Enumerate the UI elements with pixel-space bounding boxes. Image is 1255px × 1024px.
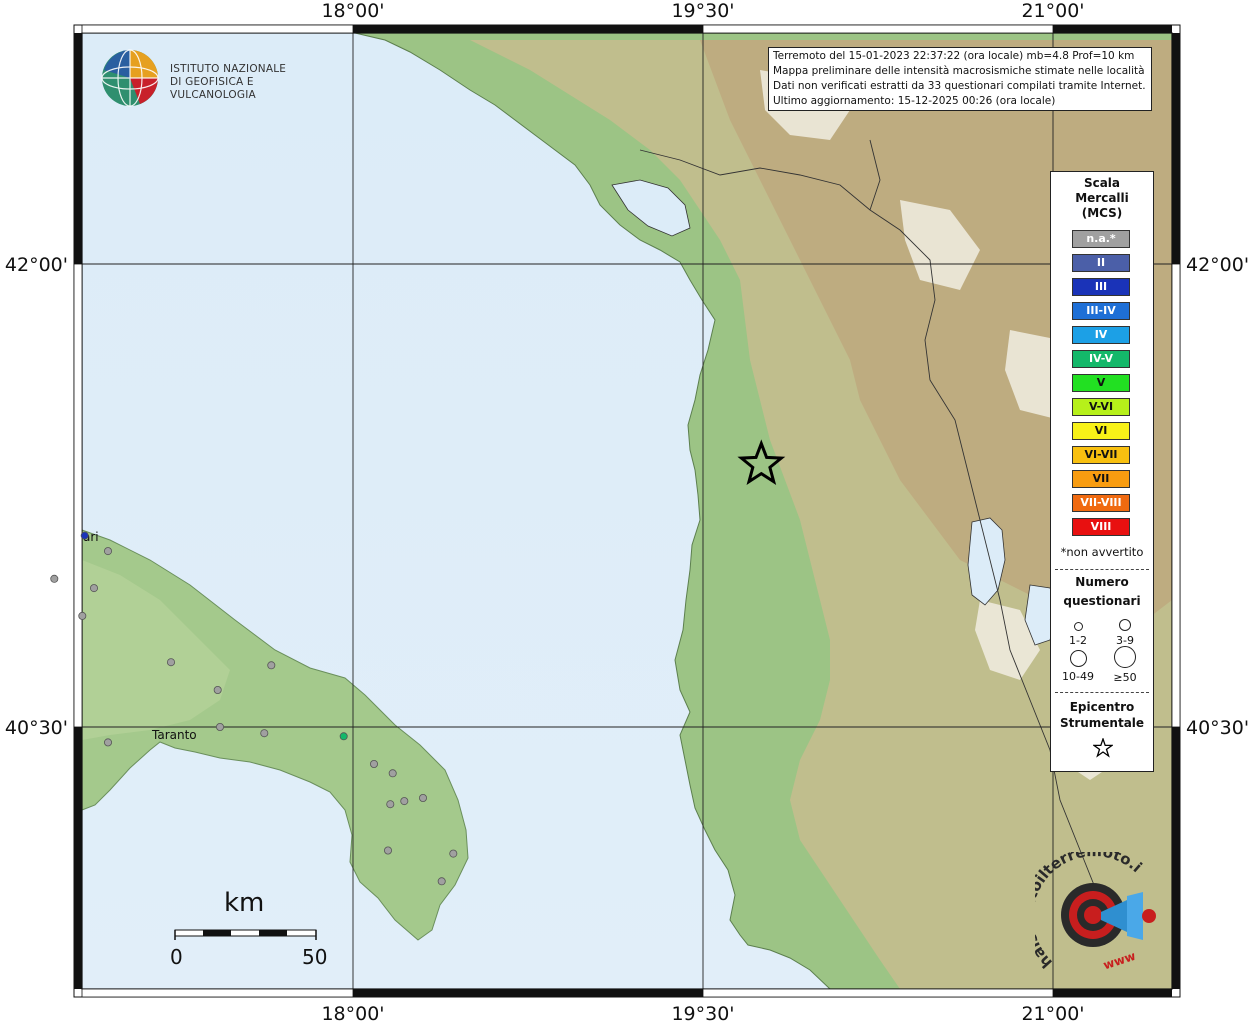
tick-right-1: 42°00' [1186,254,1249,276]
intensity-point [437,877,446,886]
star-icon [1093,738,1113,758]
legend-separator-1 [1055,569,1149,570]
intensity-point [449,849,458,858]
legend-title: Scala Mercalli (MCS) [1051,176,1153,221]
swatch-v: V [1072,374,1130,392]
intensity-point [386,800,395,809]
swatch-n-a-: n.a.* [1072,230,1130,248]
count-circle-large-icon [1069,650,1087,667]
globe-icon [101,49,159,107]
count-1-2: 1-2 [1058,619,1098,647]
swatch-viii: VIII [1072,518,1130,536]
ingv-name-line2: DI GEOFISICA E VULCANOLOGIA [170,76,256,101]
intensity-point [90,584,99,593]
info-line-2: Mappa preliminare delle intensità macros… [773,65,1145,77]
count-label-4: ≥50 [1113,671,1137,684]
tick-right-2: 40°30' [1186,717,1249,739]
scale-ruler [174,929,317,940]
intensity-point [80,531,89,540]
ingv-name-line1: ISTITUTO NAZIONALE [170,63,287,75]
count-label-1: 1-2 [1069,634,1087,647]
intensity-point [50,574,59,583]
legend-separator-2 [1055,692,1149,693]
count-title-1: Numero [1075,575,1129,589]
epicenter-title-2: Strumentale [1059,716,1145,730]
hsit-target-icon: haisentitoilterremoto.it www [1019,838,1156,973]
intensity-point [388,769,397,778]
intensity-point [369,760,378,769]
intensity-point [78,611,87,620]
count-50: ≥50 [1105,646,1145,684]
tick-top-1: 18°00' [321,0,384,22]
tick-bottom-1: 18°00' [321,1003,384,1024]
intensity-point [418,794,427,803]
intensity-point [104,547,113,556]
scale-end: 50 [302,945,328,969]
intensity-point [267,661,276,670]
count-circle-medium-icon [1119,619,1131,631]
tick-top-3: 21°00' [1021,0,1084,22]
swatch-vii-viii: VII-VIII [1072,494,1130,512]
place-taranto: Taranto [151,728,197,742]
swatch-ii: II [1072,254,1130,272]
tick-left-1: 42°00' [5,254,68,276]
legend-title-3: (MCS) [1081,206,1123,220]
intensity-swatches: n.a.* II III III-IV IV IV-V V V-VI VI VI-VII VII VI… [1072,230,1130,542]
legend-note: *non avvertito [1060,545,1144,559]
legend-title-1: Scala [1083,176,1121,190]
scale-bar: km 0 50 [160,888,340,978]
count-3-9: 3-9 [1105,617,1145,647]
count-circle-xlarge-icon [1114,646,1136,668]
legend-title-2: Mercalli [1075,191,1129,205]
intensity-point [166,658,175,667]
swatch-vii: VII [1072,470,1130,488]
intensity-point [260,729,269,738]
scale-unit: km [224,888,265,918]
count-label-3: 10-49 [1062,670,1094,683]
intensity-point [339,732,348,741]
ingv-logo: ISTITUTO NAZIONALE DI GEOFISICA E VULCAN… [100,48,320,108]
info-line-4: Ultimo aggiornamento: 15-12-2025 00:26 (… [773,95,1056,107]
swatch-vi: VI [1072,422,1130,440]
count-title: Numero questionari [1051,573,1153,611]
intensity-point [213,686,222,695]
intensity-point [383,846,392,855]
legend-panel: Scala Mercalli (MCS) n.a.* II III III-IV IV I… [1050,171,1154,772]
tick-left-2: 40°30' [5,717,68,739]
info-box: Terremoto del 15-01-2023 22:37:22 (ora l… [768,47,1152,111]
epicenter-title-1: Epicentro [1069,700,1135,714]
scale-start: 0 [170,945,183,969]
swatch-vi-vii: VI-VII [1072,446,1130,464]
tick-bottom-3: 21°00' [1021,1003,1084,1024]
count-10-49: 10-49 [1058,650,1098,683]
swatch-iv-v: IV-V [1072,350,1130,368]
hsit-logo: haisentitoilterremoto.it www [1019,838,1165,977]
ingv-name: ISTITUTO NAZIONALE DI GEOFISICA E VULCAN… [170,63,320,102]
count-circle-small-icon [1073,622,1083,631]
hsit-logo-www: www [1101,949,1137,973]
swatch-v-vi: V-VI [1072,398,1130,416]
tick-top-2: 19°30' [671,0,734,22]
epicenter-title: Epicentro Strumentale [1051,699,1153,731]
swatch-iii-iv: III-IV [1072,302,1130,320]
swatch-iii: III [1072,278,1130,296]
intensity-point [104,738,113,747]
intensity-point [215,723,224,732]
info-line-3: Dati non verificati estratti da 33 quest… [773,80,1146,92]
intensity-point [400,797,409,806]
swatch-iv: IV [1072,326,1130,344]
count-title-2: questionari [1063,594,1141,608]
tick-bottom-2: 19°30' [671,1003,734,1024]
info-line-1: Terremoto del 15-01-2023 22:37:22 (ora l… [773,50,1135,62]
